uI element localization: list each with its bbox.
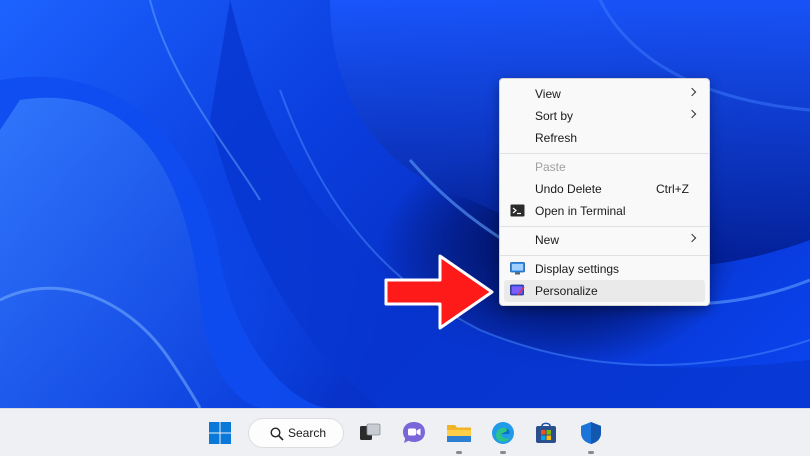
teams-chat-icon[interactable] — [398, 417, 430, 449]
taskbar: Search — [0, 408, 810, 456]
terminal-icon — [510, 204, 525, 217]
menu-item-label: Display settings — [535, 262, 620, 276]
search-label: Search — [288, 426, 327, 440]
red-arrow-pointer — [384, 254, 494, 330]
menu-item-refresh[interactable]: Refresh — [504, 127, 705, 149]
menu-divider — [500, 153, 709, 154]
chevron-right-icon — [687, 109, 697, 119]
menu-item-open-in-terminal[interactable]: Open in Terminal — [504, 200, 705, 222]
menu-item-label: Sort by — [535, 109, 574, 123]
menu-item-label: Undo Delete — [535, 182, 602, 196]
menu-item-view[interactable]: View — [504, 83, 705, 105]
windows-start-icon[interactable] — [204, 417, 236, 449]
menu-item-shortcut: Ctrl+Z — [656, 182, 689, 196]
menu-divider — [500, 255, 709, 256]
file-explorer-icon[interactable] — [443, 417, 475, 449]
menu-item-label: Open in Terminal — [535, 204, 626, 218]
chevron-right-icon — [687, 233, 697, 243]
menu-item-sort-by[interactable]: Sort by — [504, 105, 705, 127]
desktop-context-menu: View Sort by Refresh Paste Undo Delete C… — [499, 78, 710, 306]
menu-item-label: View — [535, 87, 561, 101]
running-indicator — [500, 451, 506, 454]
menu-item-new[interactable]: New — [504, 229, 705, 251]
running-indicator — [456, 451, 462, 454]
running-indicator — [588, 451, 594, 454]
menu-item-display-settings[interactable]: Display settings — [504, 258, 705, 280]
chevron-right-icon — [687, 87, 697, 97]
menu-item-personalize[interactable]: Personalize — [504, 280, 705, 302]
display-icon — [510, 262, 525, 275]
personalize-icon — [510, 284, 525, 296]
menu-item-label: Refresh — [535, 131, 578, 145]
task-view-icon[interactable] — [354, 417, 386, 449]
search-icon — [270, 427, 284, 441]
menu-item-label: New — [535, 233, 560, 247]
menu-item-label: Personalize — [535, 284, 598, 298]
menu-item-undo-delete[interactable]: Undo Delete Ctrl+Z — [504, 178, 705, 200]
store-icon[interactable] — [530, 417, 562, 449]
edge-icon[interactable] — [487, 417, 519, 449]
menu-item-paste: Paste — [504, 156, 705, 178]
desktop[interactable]: View Sort by Refresh Paste Undo Delete C… — [0, 0, 810, 408]
menu-divider — [500, 226, 709, 227]
security-icon[interactable] — [575, 417, 607, 449]
taskbar-search-box[interactable]: Search — [248, 418, 344, 448]
menu-item-label: Paste — [535, 160, 566, 174]
